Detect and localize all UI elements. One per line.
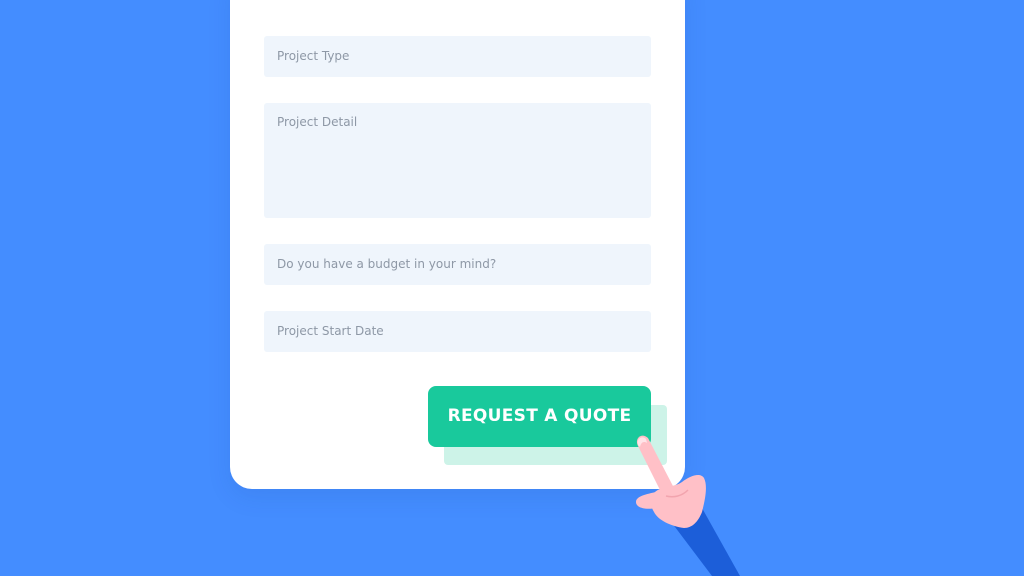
project-type-input[interactable]: Project Type (264, 36, 651, 77)
project-start-date-input[interactable]: Project Start Date (264, 311, 651, 352)
budget-input[interactable]: Do you have a budget in your mind? (264, 244, 651, 285)
project-detail-textarea[interactable]: Project Detail (264, 103, 651, 218)
pointing-hand-icon (636, 435, 740, 576)
